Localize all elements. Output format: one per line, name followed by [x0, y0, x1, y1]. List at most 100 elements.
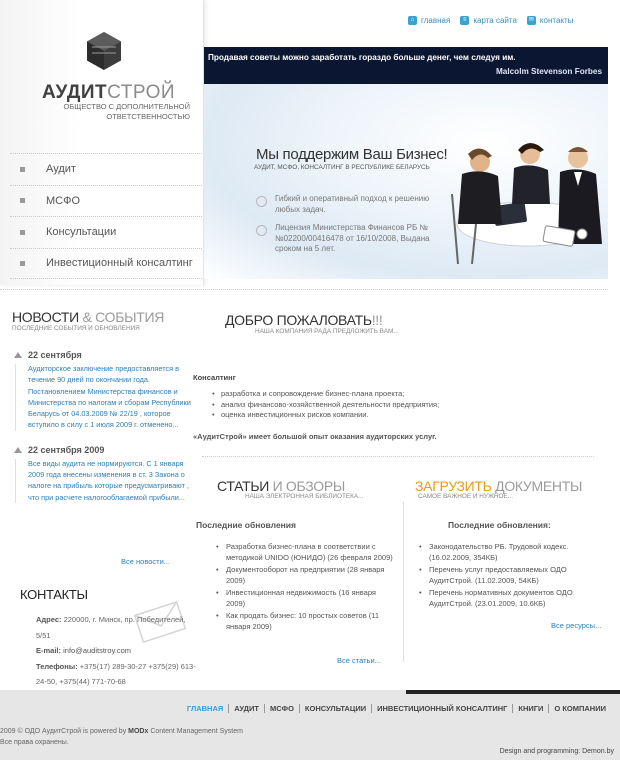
downloads-heading: ЗАГРУЗИТЬ ДОКУМЕНТЫ — [415, 478, 583, 494]
home-icon: ⌂ — [408, 16, 417, 25]
logo-subtitle: ОБЩЕСТВО С ДОПОЛНИТЕЛЬНОЙ ОТВЕТСТВЕННОСТ… — [63, 102, 190, 121]
top-link-label: контакты — [539, 16, 574, 25]
welcome-note: «АудитСтрой» имеет большой опыт оказания… — [193, 431, 437, 441]
news-link[interactable]: Все виды аудита не нормируются. С 1 янва… — [28, 459, 189, 502]
hero-title: Мы поддержим Ваш Бизнес! — [256, 146, 448, 163]
top-link-label: карта сайта — [473, 16, 517, 25]
divider — [0, 289, 608, 290]
list-item: разработка и сопровождение бизнес-плана … — [212, 389, 593, 400]
list-item: оценка инвестиционных рисков компании. — [212, 410, 593, 421]
news-line — [15, 458, 16, 503]
article-link[interactable]: Инвестиционная недвижимость (16 января 2… — [216, 588, 396, 609]
news-list: 22 сентября Аудиторское заключение предо… — [12, 350, 192, 517]
news-heading: НОВОСТИ & СОБЫТИЯ — [12, 309, 165, 325]
welcome-content: Консалтинг разработка и сопровождение би… — [193, 373, 593, 441]
articles-list: Разработка бизнес-плана в соответствии с… — [216, 542, 396, 634]
news-line — [15, 364, 16, 431]
circle-bullet-icon — [256, 196, 267, 207]
welcome-heading: ДОБРО ПОЖАЛОВАТЬ!!! — [225, 312, 383, 328]
footer-link-audit[interactable]: АУДИТ — [228, 704, 264, 713]
contact-details: Адрес: 220000, г. Минск, пр. Победителей… — [36, 612, 196, 690]
triangle-bullet-icon — [14, 352, 22, 358]
all-news-link[interactable]: Все новости... — [121, 557, 170, 566]
circle-bullet-icon — [256, 225, 267, 236]
hero-point: Лицензия Министерства Финансов РБ №№0220… — [256, 223, 446, 255]
footer-link-books[interactable]: КНИГИ — [512, 704, 548, 713]
column-divider — [403, 502, 404, 662]
hero-point-text: Гибкий и оперативный подход к решению лю… — [275, 194, 430, 214]
contact-phones: Телефоны: +375(17) 289-30-27 +375(29) 61… — [36, 661, 196, 687]
nav-item-label: Консультации — [46, 226, 117, 239]
articles-subtitle: НАША ЭЛЕКТРОННАЯ БИБЛИОТЕКА... — [245, 493, 364, 500]
footer-nav: ГЛАВНАЯ АУДИТ МСФО КОНСУЛЬТАЦИИ ИНВЕСТИЦ… — [182, 704, 611, 713]
contacts-heading: КОНТАКТЫ — [20, 587, 88, 602]
footer-accent-bar — [406, 690, 620, 694]
top-link-home[interactable]: ⌂ главная — [408, 16, 450, 25]
article-link[interactable]: Документооборот на предприятии (28 январ… — [216, 565, 396, 586]
quote-banner: Продавая советы можно заработать гораздо… — [204, 47, 608, 84]
sitemap-icon: ≡ — [460, 16, 470, 25]
downloads-list: Законодательство РБ. Трудовой кодекс. (1… — [419, 542, 599, 611]
document-link[interactable]: Перечень услуг предоставляемых ОДО Аудит… — [419, 565, 599, 586]
footer-link-about[interactable]: О КОМПАНИИ — [548, 704, 611, 713]
article-link[interactable]: Разработка бизнес-плана в соответствии с… — [216, 542, 396, 563]
header-left-panel: АУДИТСТРОЙ ОБЩЕСТВО С ДОПОЛНИТЕЛЬНОЙ ОТВ… — [0, 0, 204, 285]
email-link[interactable]: info@auditstroy.com — [63, 646, 131, 655]
triangle-bullet-icon — [14, 446, 22, 453]
contact-email: E-mail: info@auditstroy.com — [36, 646, 132, 655]
quote-text: Продавая советы можно заработать гораздо… — [208, 53, 516, 62]
nav-bullet-icon — [20, 229, 25, 235]
footer-design-credit[interactable]: Design and programming: Demon.by — [500, 748, 614, 755]
nav-item-label: МСФО — [46, 194, 81, 207]
nav-item-label: Аудит — [46, 163, 76, 176]
footer-link-consulting[interactable]: КОНСУЛЬТАЦИИ — [298, 704, 371, 713]
all-articles-link[interactable]: Все статьи... — [337, 656, 381, 665]
news-subtitle: ПОСЛЕДНИЕ СОБЫТИЯ И ОБНОВЛЕНИЯ — [12, 325, 140, 332]
document-link[interactable]: Перечень нормативных документов ОДО Ауди… — [419, 588, 599, 609]
contact-address: Адрес: 220000, г. Минск, пр. Победителей… — [36, 615, 186, 640]
footer-copyright: 2009 © ОДО АудитСтрой is powered by MODx… — [0, 728, 243, 746]
hero-subtitle: АУДИТ, МСФО, КОНСАЛТИНГ В РЕСПУБЛИКЕ БЕЛ… — [254, 164, 430, 171]
business-people-illustration — [451, 143, 602, 265]
hero-banner: Мы поддержим Ваш Бизнес! АУДИТ, МСФО, КО… — [204, 84, 608, 279]
top-links: ⌂ главная ≡ карта сайта ✉ контакты — [408, 16, 573, 25]
welcome-subtitle: НАША КОМПАНИЯ РАДА ПРЕДЛОЖИТЬ ВАМ... — [255, 328, 399, 335]
divider — [202, 456, 594, 457]
hero-points: Гибкий и оперативный подход к решению лю… — [256, 194, 446, 263]
document-link[interactable]: Законодательство РБ. Трудовой кодекс. (1… — [419, 542, 599, 563]
quote-author: Malcolm Stevenson Forbes — [495, 67, 602, 76]
main-nav: Аудит МСФО Консультации Инвестиционный к… — [10, 153, 202, 279]
footer-link-home[interactable]: ГЛАВНАЯ — [182, 704, 228, 713]
articles-section-title: Последние обновления — [196, 520, 296, 530]
contacts-icon: ✉ — [526, 16, 536, 25]
logo-title[interactable]: АУДИТСТРОЙ — [42, 82, 175, 104]
downloads-section-title: Последние обновления: — [448, 520, 551, 530]
all-resources-link[interactable]: Все ресурсы... — [551, 621, 601, 630]
articles-heading: СТАТЬИ И ОБЗОРЫ — [217, 478, 345, 494]
footer-link-investment[interactable]: ИНВЕСТИЦИОННЫЙ КОНСАЛТИНГ — [371, 704, 512, 713]
top-link-sitemap[interactable]: ≡ карта сайта — [460, 16, 517, 25]
nav-bullet-icon — [20, 198, 25, 204]
downloads-subtitle: САМОЕ ВАЖНОЕ И НУЖНОЕ... — [418, 493, 514, 500]
footer-link-msfo[interactable]: МСФО — [264, 704, 299, 713]
hero-point-text: Лицензия Министерства Финансов РБ №№0220… — [275, 223, 430, 253]
top-link-contacts[interactable]: ✉ контакты — [526, 16, 574, 25]
news-date: 22 сентября 2009 — [28, 444, 105, 455]
news-link[interactable]: Аудиторское заключение предоставляется в… — [28, 364, 191, 429]
news-item: 22 сентября 2009 Все виды аудита не норм… — [12, 445, 192, 503]
article-link[interactable]: Как продать бизнес: 10 простых советов (… — [216, 611, 396, 632]
news-item: 22 сентября Аудиторское заключение предо… — [12, 350, 192, 431]
nav-item-investment[interactable]: Инвестиционный консалтинг — [10, 247, 202, 279]
hero-point: Гибкий и оперативный подход к решению лю… — [256, 194, 446, 215]
welcome-section-title: Консалтинг — [193, 373, 236, 382]
logo-hexagon-icon — [87, 32, 121, 70]
modx-link[interactable]: MODx — [128, 728, 148, 735]
nav-item-consulting[interactable]: Консультации — [10, 216, 202, 248]
list-item: анализ финансово-хозяйственной деятельно… — [212, 400, 593, 411]
nav-bullet-icon — [20, 166, 25, 172]
nav-item-audit[interactable]: Аудит — [10, 153, 202, 185]
nav-item-label: Инвестиционный консалтинг — [46, 257, 193, 270]
news-date: 22 сентября — [28, 350, 82, 360]
welcome-list: разработка и сопровождение бизнес-плана … — [212, 389, 593, 421]
nav-item-msfo[interactable]: МСФО — [10, 184, 202, 217]
